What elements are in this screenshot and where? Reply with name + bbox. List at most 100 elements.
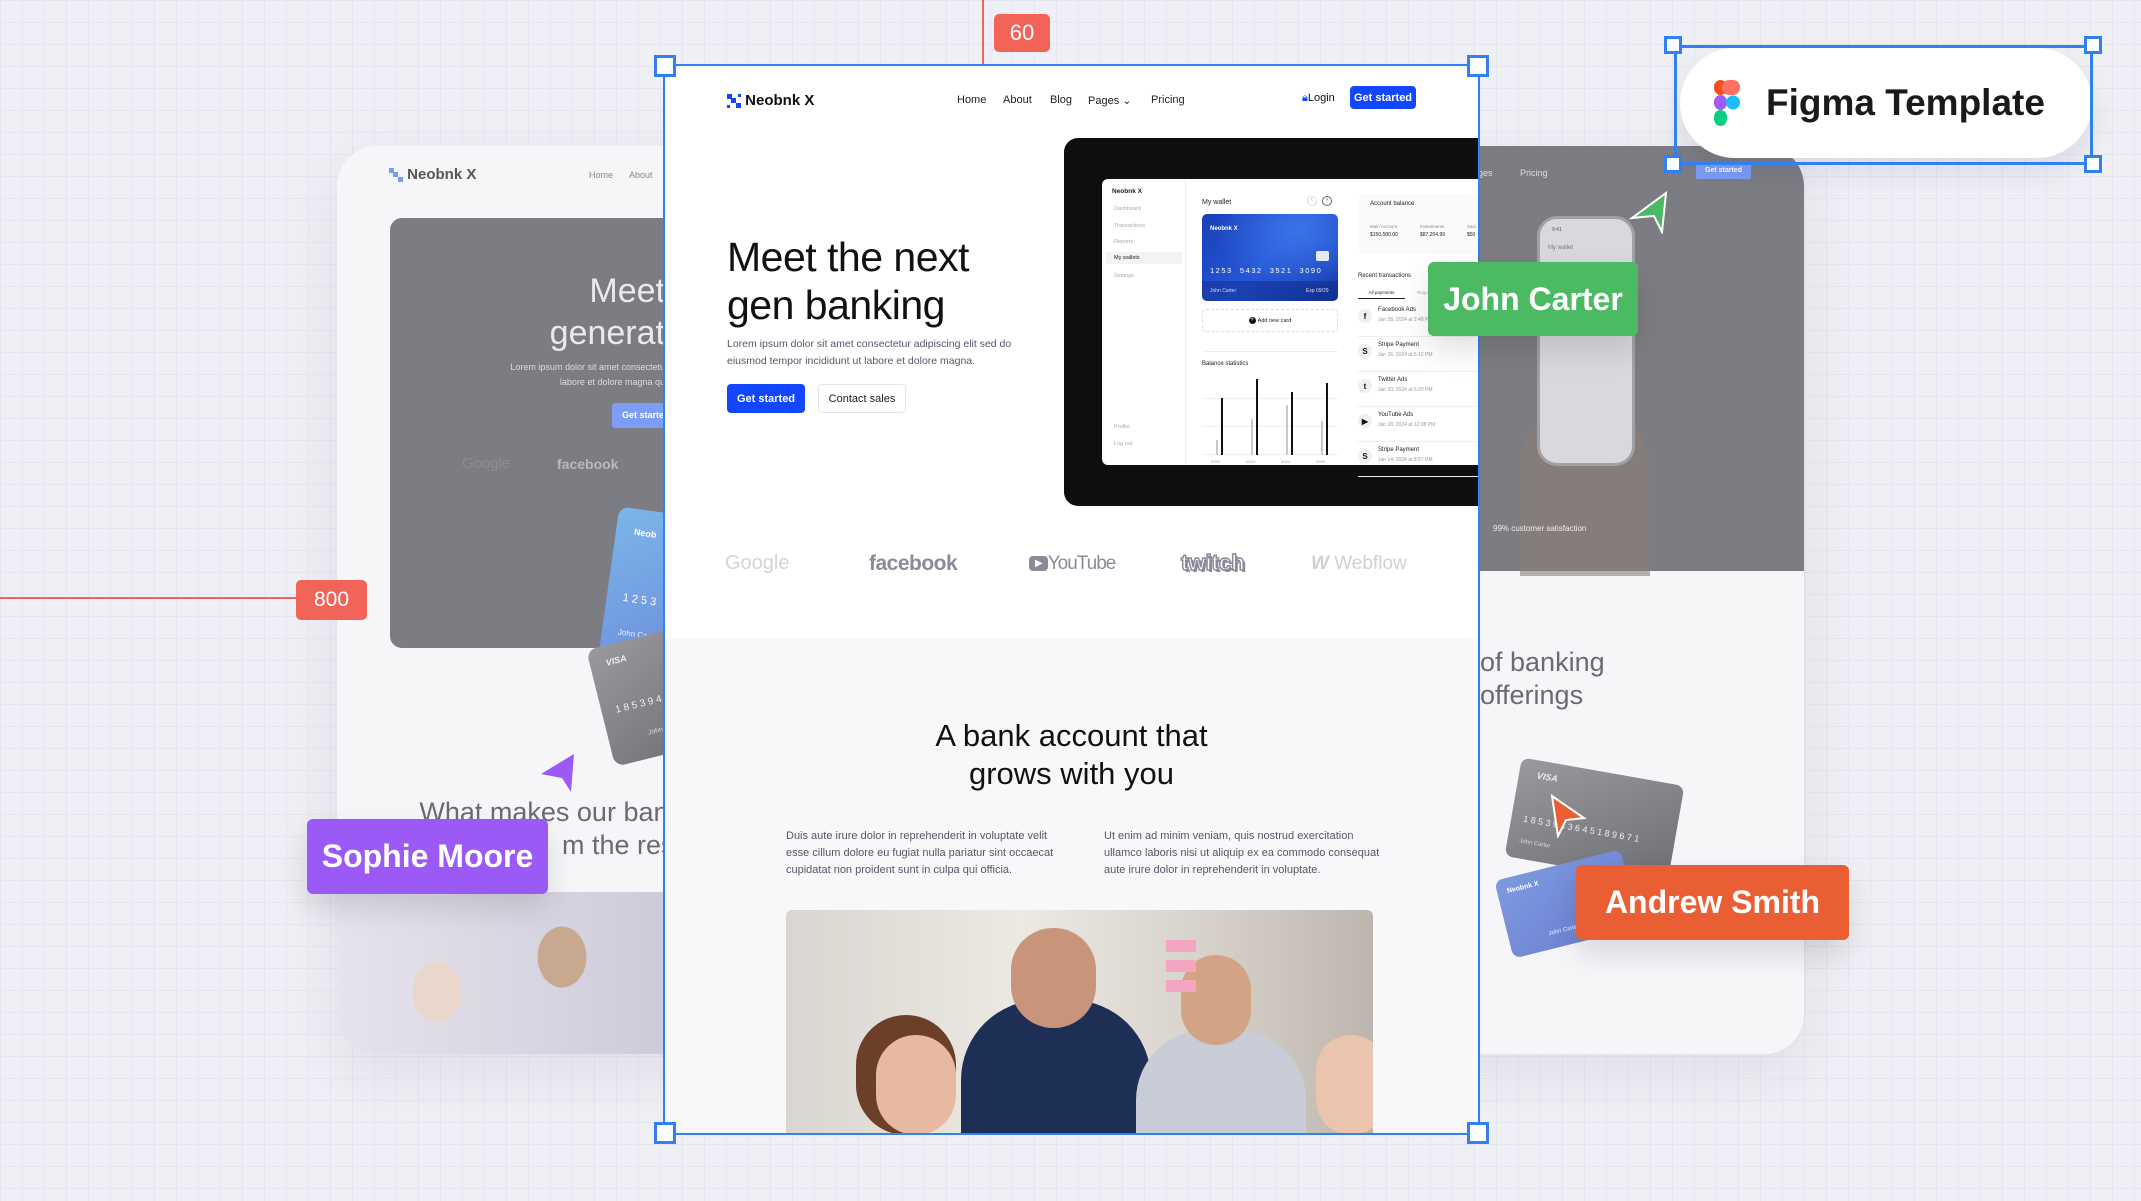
chart-bar-gray (1216, 439, 1218, 455)
badge-handle-br[interactable] (2084, 155, 2102, 173)
chart-year-label: 2022 (1211, 459, 1220, 464)
logo-icon (389, 168, 403, 183)
chevron-down-icon: ⌄ (1122, 95, 1132, 107)
dash-nav-settings[interactable]: Settings (1114, 273, 1134, 279)
person-right (1136, 1030, 1306, 1133)
features-section: A bank account that grows with you Duis a… (665, 638, 1478, 1133)
balance-value: $87,204.99 (1420, 232, 1446, 238)
hero-get-started-button[interactable]: Get started (727, 384, 805, 413)
chip-icon (1316, 251, 1329, 261)
add-new-card-button[interactable]: + Add new card (1202, 309, 1338, 332)
transaction-row[interactable]: t Twitter Ads Jan 20, 2024 at 6:20 PM (1358, 373, 1478, 407)
card-holder: John Carter (1518, 838, 1551, 850)
logo-google: Google (725, 552, 790, 574)
phone-title: My wallet (1548, 245, 1574, 251)
transaction-icon: t (1358, 379, 1372, 393)
prev-arrow-icon[interactable]: ‹ (1307, 196, 1317, 206)
transaction-icon: ▶ (1358, 414, 1372, 428)
nav-blog[interactable]: Blog (1050, 94, 1072, 106)
youtube-play-icon: ▶ (1029, 556, 1048, 571)
sophie-moore-label: Sophie Moore (307, 819, 548, 894)
left-cta: Get starte (612, 403, 672, 428)
card-brand: VISA (604, 652, 628, 668)
chart-bar-gray (1321, 420, 1323, 455)
plus-circle-icon: + (1248, 317, 1256, 324)
chart-year-label: 2024 (1281, 459, 1290, 464)
selected-frame[interactable]: Neobnk X Home About Blog Pages ⌄ Pricing… (665, 66, 1478, 1133)
chart-bar-gray (1286, 404, 1288, 455)
wallet-title: My wallet (1202, 199, 1232, 206)
left-hero-title: Meet generat (549, 272, 665, 352)
card-holder: John Carter (1210, 288, 1237, 294)
transaction-icon: f (1358, 309, 1372, 323)
chart-bar-black (1256, 379, 1258, 455)
john-carter-label: John Carter (1428, 262, 1638, 336)
divider (1202, 351, 1338, 352)
card-brand: VISA (1536, 770, 1559, 784)
dash-nav-my-wallets[interactable]: My wallets (1106, 252, 1182, 264)
login-link[interactable]: 🔒︎Login (1302, 92, 1335, 105)
badge-handle-tr[interactable] (2084, 36, 2102, 54)
person-far-right-face (1316, 1035, 1373, 1133)
transaction-row[interactable]: S Stripe Payment Jan 26, 2024 at 5:12 PM (1358, 338, 1478, 372)
balance-value: $150,580.00 (1370, 232, 1398, 238)
badge-handle-bl[interactable] (1664, 155, 1682, 173)
right-section-title: of banking offerings (1480, 647, 1605, 710)
person-center-face (1011, 928, 1096, 1028)
resize-handle-bottom-right[interactable] (1467, 1122, 1489, 1144)
balance-chart: 2022 2023 2024 2025 (1202, 371, 1338, 464)
john-cursor-icon (1628, 190, 1668, 234)
badge-selection-outline (1674, 45, 2093, 165)
main-brand[interactable]: Neobnk X (727, 92, 814, 109)
card-number: 1 8 5 3 9 4 (614, 693, 663, 716)
left-nav-home: Home (589, 170, 614, 180)
contact-sales-button[interactable]: Contact sales (818, 384, 906, 413)
right-nav-pricing: Pricing (1520, 168, 1548, 178)
nav-about[interactable]: About (1003, 94, 1032, 106)
section-title: A bank account that grows with you (935, 718, 1208, 791)
tab-all-payments[interactable]: All payments (1358, 290, 1405, 299)
transaction-date: Jan 20, 2024 at 6:20 PM (1378, 387, 1433, 393)
dash-nav-profile[interactable]: Profile (1114, 424, 1130, 430)
dash-brand: Neobnk X (1112, 188, 1142, 195)
dash-nav-dashboard[interactable]: Dashboard (1114, 206, 1141, 212)
next-arrow-icon[interactable]: › (1322, 196, 1332, 206)
dash-nav-reports[interactable]: Reports (1114, 239, 1133, 245)
left-hero-text: Lorem ipsum dolor sit amet consectetu lab… (510, 362, 665, 387)
nav-get-started-button[interactable]: Get started (1350, 86, 1416, 109)
left-logo-facebook: facebook (557, 456, 619, 472)
transaction-name: Stripe Payment (1378, 342, 1420, 348)
chart-year-label: 2025 (1316, 459, 1325, 464)
logo-facebook: facebook (869, 552, 958, 575)
left-brand: Neobnk X (389, 166, 476, 183)
nav-home[interactable]: Home (957, 94, 986, 106)
resize-handle-top-right[interactable] (1467, 55, 1489, 77)
dashboard-panel: Neobnk X Dashboard Transactions Reports … (1102, 179, 1478, 477)
dash-nav-transactions[interactable]: Transactions (1114, 223, 1145, 229)
sticky-notes (1166, 940, 1196, 1000)
transaction-date: Jan 26, 2024 at 5:12 PM (1378, 352, 1433, 358)
account-balance-box: Account balance Main Account $150,580.00… (1359, 194, 1478, 254)
right-nav-pages: ges (1478, 168, 1493, 178)
andrew-smith-label: Andrew Smith (1576, 865, 1849, 940)
transaction-row[interactable]: S Stripe Payment Jan 14, 2024 at 8:57 PM (1358, 443, 1478, 477)
transaction-date: Jan 18, 2024 at 12:08 PM (1378, 422, 1436, 428)
dash-nav-logout[interactable]: Log out (1114, 441, 1132, 447)
measure-badge-800: 800 (296, 580, 367, 620)
tab-regular[interactable]: Regu (1417, 290, 1428, 295)
chart-bar-black (1326, 382, 1328, 455)
card-exp: Exp 09/29 (1306, 288, 1329, 294)
chart-bar-black (1291, 391, 1293, 455)
resize-handle-top-left[interactable] (654, 55, 676, 77)
badge-handle-tl[interactable] (1664, 36, 1682, 54)
logo-icon (727, 94, 741, 109)
nav-pricing[interactable]: Pricing (1151, 94, 1185, 106)
webflow-mark-icon: W (1311, 553, 1329, 574)
dash-sidebar: Neobnk X Dashboard Transactions Reports … (1102, 179, 1186, 465)
left-logo-google: Google (462, 455, 511, 472)
transaction-row[interactable]: ▶ YouTube Ads Jan 18, 2024 at 12:08 PM (1358, 408, 1478, 442)
resize-handle-bottom-left[interactable] (654, 1122, 676, 1144)
wallet-card[interactable]: Neobnk X 1253 5432 3521 3090 John Carter… (1202, 214, 1338, 301)
nav-pages[interactable]: Pages ⌄ (1088, 94, 1131, 107)
transaction-date: Jan 28, 2024 at 2:48 PM (1378, 317, 1433, 323)
